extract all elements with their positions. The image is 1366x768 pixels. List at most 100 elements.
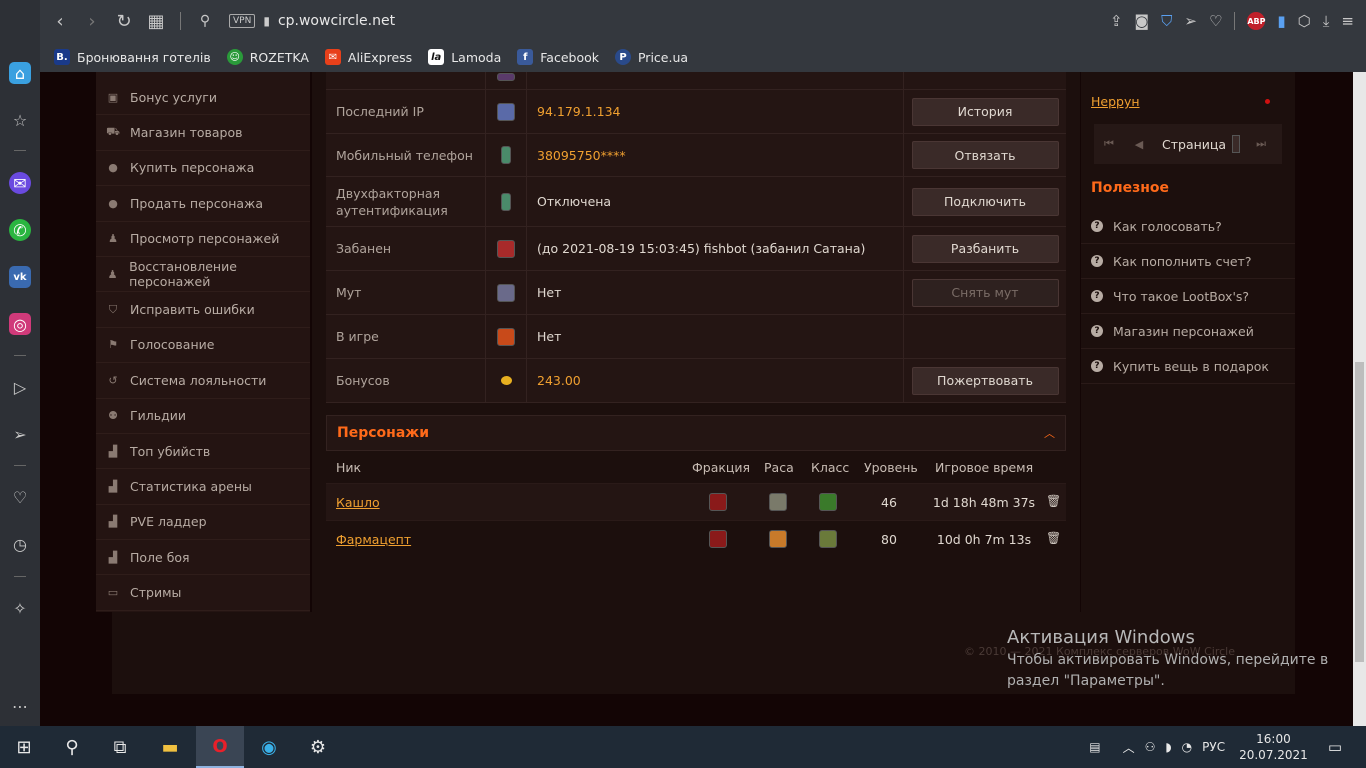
useful-link[interactable]: ? Магазин персонажей <box>1081 314 1295 349</box>
characters-header[interactable]: Персонажи ︿ <box>326 415 1066 451</box>
language-indicator[interactable]: РУС <box>1202 740 1225 754</box>
history-button[interactable]: История <box>911 97 1059 126</box>
page-input[interactable] <box>1232 135 1241 153</box>
character-link[interactable]: Кашло <box>336 495 380 510</box>
bookmark-aliexpress[interactable]: ✉ AliExpress <box>324 49 412 65</box>
useful-link[interactable]: ? Как голосовать? <box>1081 209 1295 244</box>
cube-icon[interactable]: ⬡ <box>1298 12 1311 30</box>
nav-item-streams[interactable]: ▭ Стримы <box>96 575 310 611</box>
send-icon[interactable]: ➢ <box>9 423 31 445</box>
race-icon <box>769 493 787 511</box>
useful-link[interactable]: ? Что такое LootBox's? <box>1081 279 1295 314</box>
messenger-icon[interactable]: ✉ <box>9 172 31 194</box>
vk-icon[interactable]: vk <box>9 266 31 288</box>
bookmark-facebook[interactable]: f Facebook <box>517 49 599 65</box>
bookmark-priceua[interactable]: P Price.ua <box>614 49 688 65</box>
camera-icon[interactable]: ◙ <box>1135 12 1150 30</box>
character-link[interactable]: Фармацепт <box>336 532 411 547</box>
volume-icon[interactable]: ◗ <box>1165 740 1171 754</box>
nav-item-sell-character[interactable]: ● Продать персонажа <box>96 186 310 222</box>
unlink-button[interactable]: Отвязать <box>911 141 1059 169</box>
home-icon[interactable]: ⌂ <box>9 62 31 84</box>
first-page-icon[interactable]: ⏮ <box>1094 137 1124 151</box>
nav-item-pve-ladder[interactable]: ▟ PVE ладдер <box>96 505 310 541</box>
next-page-icon[interactable]: ⏭ <box>1246 137 1276 151</box>
nav-item-arena-stats[interactable]: ▟ Статистика арены <box>96 469 310 505</box>
nav-item-battleground[interactable]: ▟ Поле боя <box>96 540 310 576</box>
ban-icon <box>497 239 515 258</box>
characters-column-headers: Ник Фракция Раса Класс Уровень Игровое в… <box>326 451 1066 483</box>
bookmark-rozetka[interactable]: ☺ ROZETKA <box>226 49 309 65</box>
trash-icon[interactable]: 🗑 <box>1046 494 1061 508</box>
more-icon[interactable]: ⋯ <box>9 695 31 717</box>
address-bar[interactable]: cp.wowcircle.net <box>278 13 395 29</box>
heart-icon[interactable]: ♡ <box>1209 12 1222 30</box>
settings-gear-icon[interactable]: ⚙ <box>294 726 342 768</box>
chevron-up-icon[interactable]: ︿ <box>1044 425 1055 441</box>
nav-item-fix-errors[interactable]: ⛉ Исправить ошибки <box>96 292 310 328</box>
player-icon[interactable]: ▷ <box>9 376 31 398</box>
back-icon[interactable]: ‹ <box>44 11 76 32</box>
menu-icon[interactable]: ≡ <box>1341 12 1354 30</box>
nav-item-buy-character[interactable]: ● Купить персонажа <box>96 151 310 187</box>
unban-button[interactable]: Разбанить <box>911 234 1059 263</box>
search-icon[interactable]: ⚲ <box>189 13 221 29</box>
useful-link[interactable]: ? Как пополнить счет? <box>1081 244 1295 279</box>
extension-icon[interactable]: ▮ <box>1277 12 1285 30</box>
forward-icon[interactable]: › <box>76 11 108 32</box>
nav-item-top-kills[interactable]: ▟ Топ убийств <box>96 434 310 470</box>
nav-item-loyalty[interactable]: ↺ Система лояльности <box>96 363 310 399</box>
chart-icon: ▟ <box>108 444 118 458</box>
notifications-icon[interactable]: ▭ <box>1328 738 1342 756</box>
task-view-icon[interactable]: ⧉ <box>96 726 144 768</box>
instagram-icon[interactable]: ◎ <box>9 313 31 335</box>
windows-start-icon[interactable]: ⊞ <box>0 726 48 768</box>
connect-button[interactable]: Подключить <box>911 187 1059 216</box>
adblock-icon[interactable]: ABP <box>1247 12 1265 30</box>
refresh-icon: ↺ <box>108 373 118 387</box>
online-user-link[interactable]: Неррун <box>1091 94 1140 109</box>
heart-icon[interactable]: ♡ <box>9 486 31 508</box>
bookmark-booking[interactable]: B. Бронювання готелів <box>54 49 211 65</box>
edge-icon[interactable]: ◉ <box>245 726 293 768</box>
opera-icon[interactable]: O <box>196 726 244 768</box>
prev-page-icon[interactable]: ◀ <box>1124 138 1154 151</box>
bookmark-lamoda[interactable]: la Lamoda <box>428 49 501 65</box>
chart-icon: ▟ <box>108 515 118 529</box>
network-icon[interactable]: ⚇ <box>1145 740 1156 754</box>
page-scrollbar[interactable] <box>1353 72 1366 726</box>
notification-area-icon[interactable]: ▤ <box>1089 740 1100 754</box>
shield-icon[interactable]: ⛉ <box>1161 12 1172 30</box>
nav-item-shop[interactable]: ⛟ Магазин товаров <box>96 115 310 151</box>
unmute-button[interactable]: Снять мут <box>911 278 1059 307</box>
download-icon[interactable]: ⤓ <box>1323 12 1330 30</box>
vpn-badge[interactable]: VPN <box>229 14 256 28</box>
stream-icon: ▭ <box>107 586 119 600</box>
clock[interactable]: 16:00 20.07.2021 <box>1239 731 1308 763</box>
rozetka-icon: ☺ <box>226 49 243 65</box>
chevron-up-icon[interactable]: ︿ <box>1123 739 1135 756</box>
history-icon[interactable]: ◷ <box>9 533 31 555</box>
nav-item-voting[interactable]: ⚑ Голосование <box>96 328 310 364</box>
star-icon[interactable]: ☆ <box>9 109 31 131</box>
question-icon: ? <box>1091 220 1103 232</box>
mute-icon <box>497 283 515 302</box>
whatsapp-icon[interactable]: ✆ <box>9 219 31 241</box>
file-explorer-icon[interactable]: ▬ <box>146 726 194 768</box>
search-icon[interactable]: ⚲ <box>48 726 96 768</box>
lightbulb-icon[interactable]: ✧ <box>9 597 31 619</box>
nav-item-bonus-services[interactable]: ▣ Бонус услуги <box>96 80 310 116</box>
tabs-grid-icon[interactable]: ▦ <box>140 11 172 32</box>
reload-icon[interactable]: ↻ <box>108 11 140 32</box>
nav-item-guilds[interactable]: ⚉ Гильдии <box>96 399 310 434</box>
send-icon[interactable]: ➢ <box>1184 12 1197 30</box>
nav-item-view-characters[interactable]: ♟ Просмотр персонажей <box>96 222 310 257</box>
class-icon <box>819 530 837 548</box>
wifi-icon[interactable]: ◔ <box>1182 740 1192 754</box>
nav-item-restore-characters[interactable]: ♟ Восстановление персонажей <box>96 257 310 293</box>
donate-button[interactable]: Пожертвовать <box>911 366 1059 395</box>
horde-faction-icon <box>709 493 727 511</box>
trash-icon[interactable]: 🗑 <box>1046 531 1061 545</box>
share-icon[interactable]: ⇪ <box>1110 12 1123 30</box>
useful-link[interactable]: ? Купить вещь в подарок <box>1081 349 1295 384</box>
